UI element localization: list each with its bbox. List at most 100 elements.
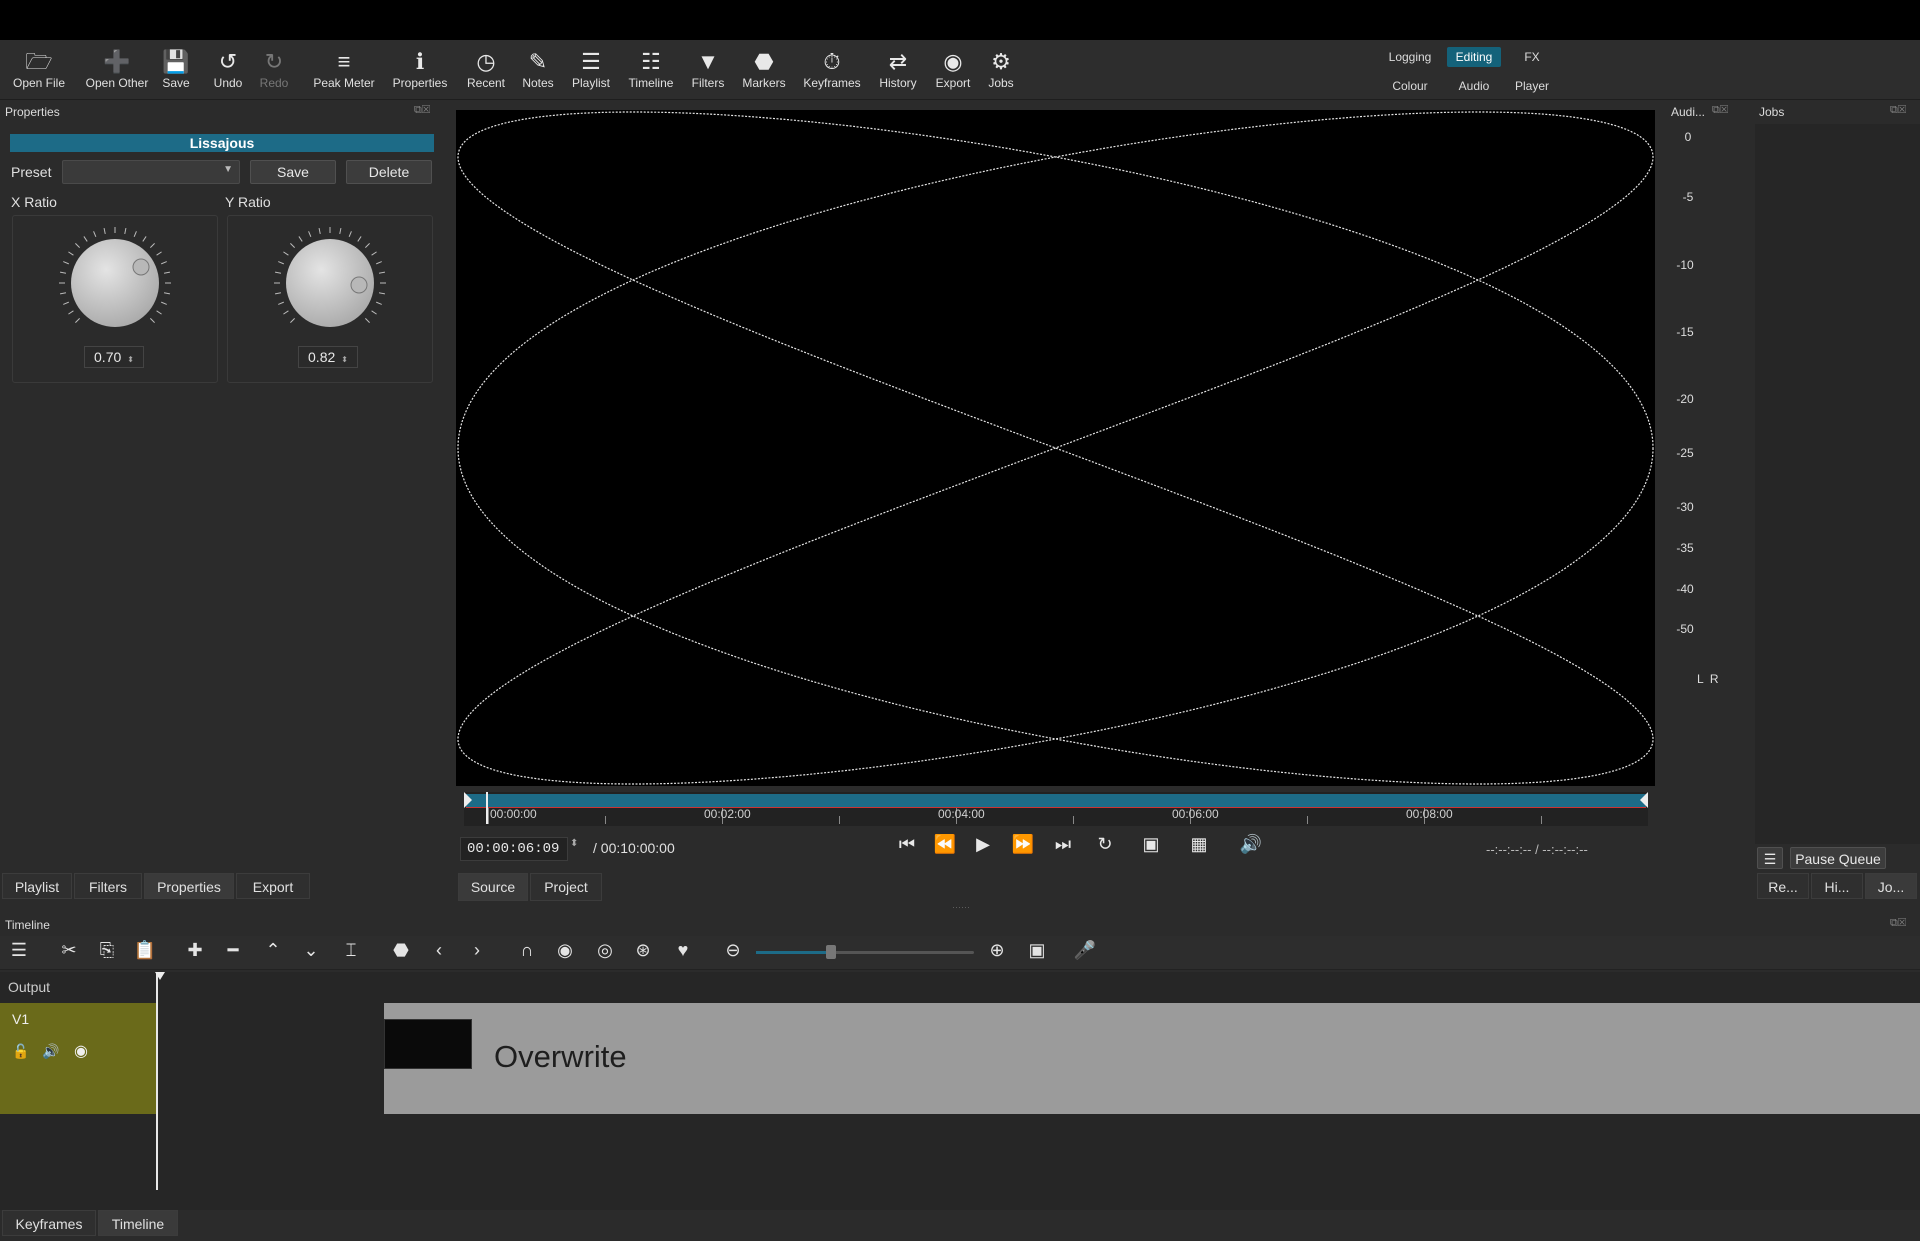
y-ratio-knob[interactable] [271, 224, 389, 342]
video-viewer[interactable] [456, 110, 1655, 786]
y-ratio-spinbox[interactable]: 0.82 ⬍ [298, 346, 358, 368]
skip-to-start-icon[interactable]: ⏮ [892, 834, 922, 855]
playlist-button[interactable]: ☰ Playlist [560, 48, 622, 90]
layout-player[interactable]: Player [1504, 76, 1560, 96]
ripple-icon[interactable]: ◎ [590, 940, 620, 961]
keyframes-button[interactable]: ⏱ Keyframes [796, 48, 868, 90]
knob-tick [365, 243, 370, 248]
marker-icon[interactable]: ⬣ [386, 940, 416, 961]
snap-magnet-icon[interactable]: ∩ [512, 940, 542, 961]
recent-button[interactable]: ◷ Recent [456, 48, 516, 90]
audio-meter-title: Audi... [1671, 105, 1706, 119]
spin-arrows-icon: ⬍ [341, 355, 348, 364]
tab-properties[interactable]: Properties [144, 873, 234, 899]
zoom-range-bar[interactable] [466, 794, 1646, 808]
tab-export[interactable]: Export [236, 873, 310, 899]
layout-fx[interactable]: FX [1514, 47, 1550, 67]
dock-float-close-icon[interactable]: ⧉☒ [1890, 917, 1906, 930]
peak-meter-button[interactable]: ≡ Peak Meter [306, 48, 382, 90]
menu-icon[interactable]: ☰ [4, 940, 34, 961]
eye-icon[interactable]: ◉ [74, 1041, 88, 1061]
tab-recent[interactable]: Re... [1757, 873, 1809, 899]
microphone-icon[interactable]: 🎤 [1070, 940, 1100, 961]
knob-tick [378, 271, 386, 274]
loop-icon[interactable]: ↻ [1090, 834, 1120, 855]
zoom-slider-handle[interactable] [826, 945, 836, 959]
spin-arrows-icon[interactable]: ⬍ [570, 838, 578, 849]
ripple-markers-icon[interactable]: ♥ [668, 940, 698, 961]
zoom-fit-icon[interactable]: ▣ [1136, 834, 1166, 855]
dock-float-close-icon[interactable]: ⧉☒ [1890, 104, 1906, 117]
volume-icon[interactable]: 🔊 [1236, 834, 1266, 855]
chevron-down-icon: ▼ [223, 164, 233, 175]
lift-icon[interactable]: ⌃ [258, 940, 288, 961]
history-button[interactable]: ⇄ History [866, 48, 930, 90]
preset-combo[interactable]: ▼ [62, 160, 240, 184]
tab-source[interactable]: Source [458, 873, 528, 901]
cut-icon[interactable]: ✂ [54, 940, 84, 961]
ruler-label: 00:00:00 [490, 807, 537, 821]
jobs-button[interactable]: ⚙ Jobs [970, 48, 1032, 90]
folder-open-icon: 🗁 [25, 49, 53, 74]
ripple-delete-icon[interactable]: ━ [218, 940, 248, 961]
fast-forward-icon[interactable]: ⏩ [1008, 834, 1038, 855]
jobs-menu-button[interactable]: ☰ [1757, 847, 1783, 869]
overwrite-icon[interactable]: ⌄ [296, 940, 326, 961]
append-icon[interactable]: ✚ [180, 940, 210, 961]
paste-icon[interactable]: 📋 [130, 940, 160, 961]
tab-keyframes[interactable]: Keyframes [2, 1210, 96, 1236]
timeline-playhead[interactable] [156, 972, 158, 1190]
zoom-out-icon[interactable]: ⊖ [718, 940, 748, 961]
open-file-button[interactable]: 🗁 Open File [2, 48, 76, 90]
grid-icon[interactable]: ▦ [1184, 834, 1214, 855]
tab-timeline[interactable]: Timeline [98, 1210, 178, 1236]
mute-icon[interactable]: 🔊 [42, 1043, 59, 1060]
splitter-handle[interactable]: ······ [952, 902, 970, 912]
ripple-all-icon[interactable]: ⊛ [628, 940, 658, 961]
db-label: -35 [1676, 541, 1694, 555]
skip-to-end-icon[interactable]: ⏭ [1048, 834, 1078, 855]
scrub-icon[interactable]: ◉ [550, 940, 580, 961]
db-label: -40 [1676, 582, 1694, 596]
tab-playlist[interactable]: Playlist [2, 873, 72, 899]
layout-colour[interactable]: Colour [1382, 76, 1438, 96]
previous-marker-icon[interactable]: ‹ [424, 940, 454, 961]
x-ratio-spinbox[interactable]: 0.70 ⬍ [84, 346, 144, 368]
track-header-v1[interactable]: V1 🔓 🔊 ◉ [0, 1003, 156, 1114]
zoom-fit-icon[interactable]: ▣ [1022, 940, 1052, 961]
playhead-marker[interactable] [155, 972, 165, 980]
markers-button[interactable]: ⬣ Markers [730, 48, 798, 90]
dock-float-close-icon[interactable]: ⧉☒ [414, 104, 430, 117]
zoom-in-icon[interactable]: ⊕ [982, 940, 1012, 961]
tab-jobs[interactable]: Jo... [1865, 873, 1917, 899]
dock-float-close-icon[interactable]: ⧉☒ [1712, 104, 1728, 117]
timeline-ruler[interactable]: 00:00:00 00:02:00 00:04:00 00:06:00 00:0… [464, 792, 1648, 826]
channel-labels: L R [1697, 672, 1719, 686]
tab-history[interactable]: Hi... [1811, 873, 1863, 899]
tab-filters[interactable]: Filters [74, 873, 142, 899]
timeline-clip[interactable]: Overwrite [384, 1003, 1920, 1114]
next-marker-icon[interactable]: › [462, 940, 492, 961]
layout-editing[interactable]: Editing [1447, 47, 1501, 67]
preset-save-button[interactable]: Save [250, 160, 336, 184]
copy-icon[interactable]: ⎘ [92, 940, 122, 961]
rewind-icon[interactable]: ⏪ [930, 834, 960, 855]
jobs-list[interactable] [1755, 124, 1920, 844]
tab-project[interactable]: Project [530, 873, 602, 901]
zoom-slider[interactable] [756, 945, 974, 959]
timecode-field[interactable]: 00:00:06:09 [460, 837, 568, 861]
knob-tick [376, 301, 382, 305]
layout-logging[interactable]: Logging [1382, 47, 1438, 67]
split-icon[interactable]: ⌶ [336, 940, 366, 961]
pause-queue-button[interactable]: Pause Queue [1790, 847, 1886, 869]
x-ratio-knob[interactable] [56, 224, 174, 342]
notes-button[interactable]: ✎ Notes [508, 48, 568, 90]
play-icon[interactable]: ▶ [968, 834, 998, 855]
lock-icon[interactable]: 🔓 [12, 1043, 29, 1060]
redo-button[interactable]: ↻ Redo [242, 48, 306, 90]
properties-button[interactable]: ℹ Properties [382, 48, 458, 90]
in-point-marker[interactable] [464, 792, 472, 808]
preset-delete-button[interactable]: Delete [346, 160, 432, 184]
layout-audio[interactable]: Audio [1447, 76, 1501, 96]
out-point-marker[interactable] [1640, 792, 1648, 808]
